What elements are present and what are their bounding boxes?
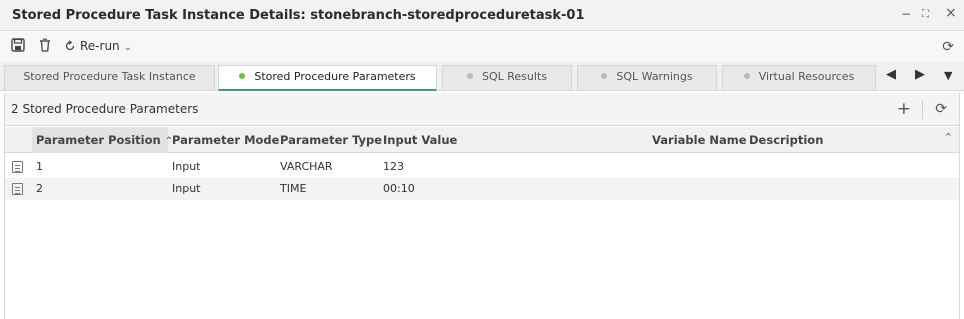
table-row[interactable]: 2 Input TIME 00:10: [5, 178, 959, 200]
tab-label: SQL Warnings: [616, 70, 693, 83]
cell-input-value: 123: [383, 160, 404, 173]
parameters-panel: 2 Stored Procedure Parameters + ⟳ Parame…: [4, 93, 960, 319]
rerun-icon: [65, 40, 75, 51]
column-header-parameter-position[interactable]: Parameter Position ⌃: [32, 127, 173, 153]
tab-stored-procedure-parameters[interactable]: Stored Procedure Parameters: [218, 65, 437, 91]
tab-label: Stored Procedure Parameters: [254, 70, 416, 83]
status-dot-icon: [601, 73, 608, 79]
cell-parameter-type: VARCHAR: [280, 160, 333, 173]
chevron-down-icon: ⌄: [123, 42, 133, 53]
refresh-icon[interactable]: ⟳: [942, 39, 954, 55]
cell-parameter-position: 1: [36, 160, 43, 173]
tab-scroll-left-icon[interactable]: ◀: [886, 67, 896, 82]
tab-label: SQL Results: [482, 70, 547, 83]
panel-header: 2 Stored Procedure Parameters + ⟳: [5, 93, 959, 126]
table-row[interactable]: 1 Input VARCHAR 123: [5, 156, 959, 178]
tab-stored-procedure-task-instance[interactable]: Stored Procedure Task Instance: [4, 65, 215, 90]
collapse-icon[interactable]: ⌃: [944, 131, 953, 144]
status-dot-icon: [239, 73, 246, 79]
tab-label: Virtual Resources: [758, 70, 855, 83]
details-icon[interactable]: [12, 183, 23, 195]
window-title: Stored Procedure Task Instance Details: …: [12, 8, 585, 23]
refresh-icon[interactable]: ⟳: [935, 101, 947, 117]
cell-input-value: 00:10: [383, 182, 415, 195]
details-icon[interactable]: [12, 161, 23, 173]
tab-bar: Stored Procedure Task Instance Stored Pr…: [0, 62, 964, 91]
add-icon[interactable]: +: [897, 99, 911, 119]
cell-parameter-mode: Input: [172, 182, 201, 195]
tab-sql-warnings[interactable]: SQL Warnings: [577, 65, 717, 90]
column-label: Parameter Position: [36, 133, 161, 147]
status-dot-icon: [743, 73, 750, 79]
tab-sql-results[interactable]: SQL Results: [442, 65, 572, 90]
tab-list-dropdown-icon[interactable]: ▼: [944, 69, 952, 82]
trash-icon[interactable]: [37, 38, 53, 54]
rerun-label: Re-run: [80, 39, 120, 53]
column-header-parameter-type[interactable]: Parameter Type: [280, 127, 382, 153]
window-titlebar: Stored Procedure Task Instance Details: …: [0, 0, 964, 31]
tab-scroll-right-icon[interactable]: ▶: [915, 67, 925, 82]
toolbar-divider: [922, 100, 923, 119]
column-header-input-value[interactable]: Input Value: [383, 127, 457, 153]
cell-parameter-type: TIME: [280, 182, 307, 195]
column-header-parameter-mode[interactable]: Parameter Mode: [172, 127, 279, 153]
cell-parameter-mode: Input: [172, 160, 201, 173]
save-icon[interactable]: [10, 38, 26, 54]
tab-virtual-resources[interactable]: Virtual Resources: [722, 65, 876, 90]
cell-parameter-position: 2: [36, 182, 43, 195]
close-icon[interactable]: ×: [945, 5, 957, 21]
status-dot-icon: [467, 73, 473, 79]
column-header-variable-name[interactable]: Variable Name: [652, 127, 747, 153]
minimize-icon[interactable]: −: [901, 7, 911, 21]
column-header-description[interactable]: Description: [749, 127, 823, 153]
restore-icon[interactable]: ⛶: [922, 9, 929, 20]
tab-label: Stored Procedure Task Instance: [23, 70, 196, 83]
rerun-button[interactable]: Re-run ⌄: [64, 39, 132, 53]
toolbar: Re-run ⌄ ⟳: [0, 32, 964, 62]
grid-header: Parameter Position ⌃ Parameter Mode Param…: [5, 127, 959, 153]
panel-title: 2 Stored Procedure Parameters: [11, 102, 199, 116]
